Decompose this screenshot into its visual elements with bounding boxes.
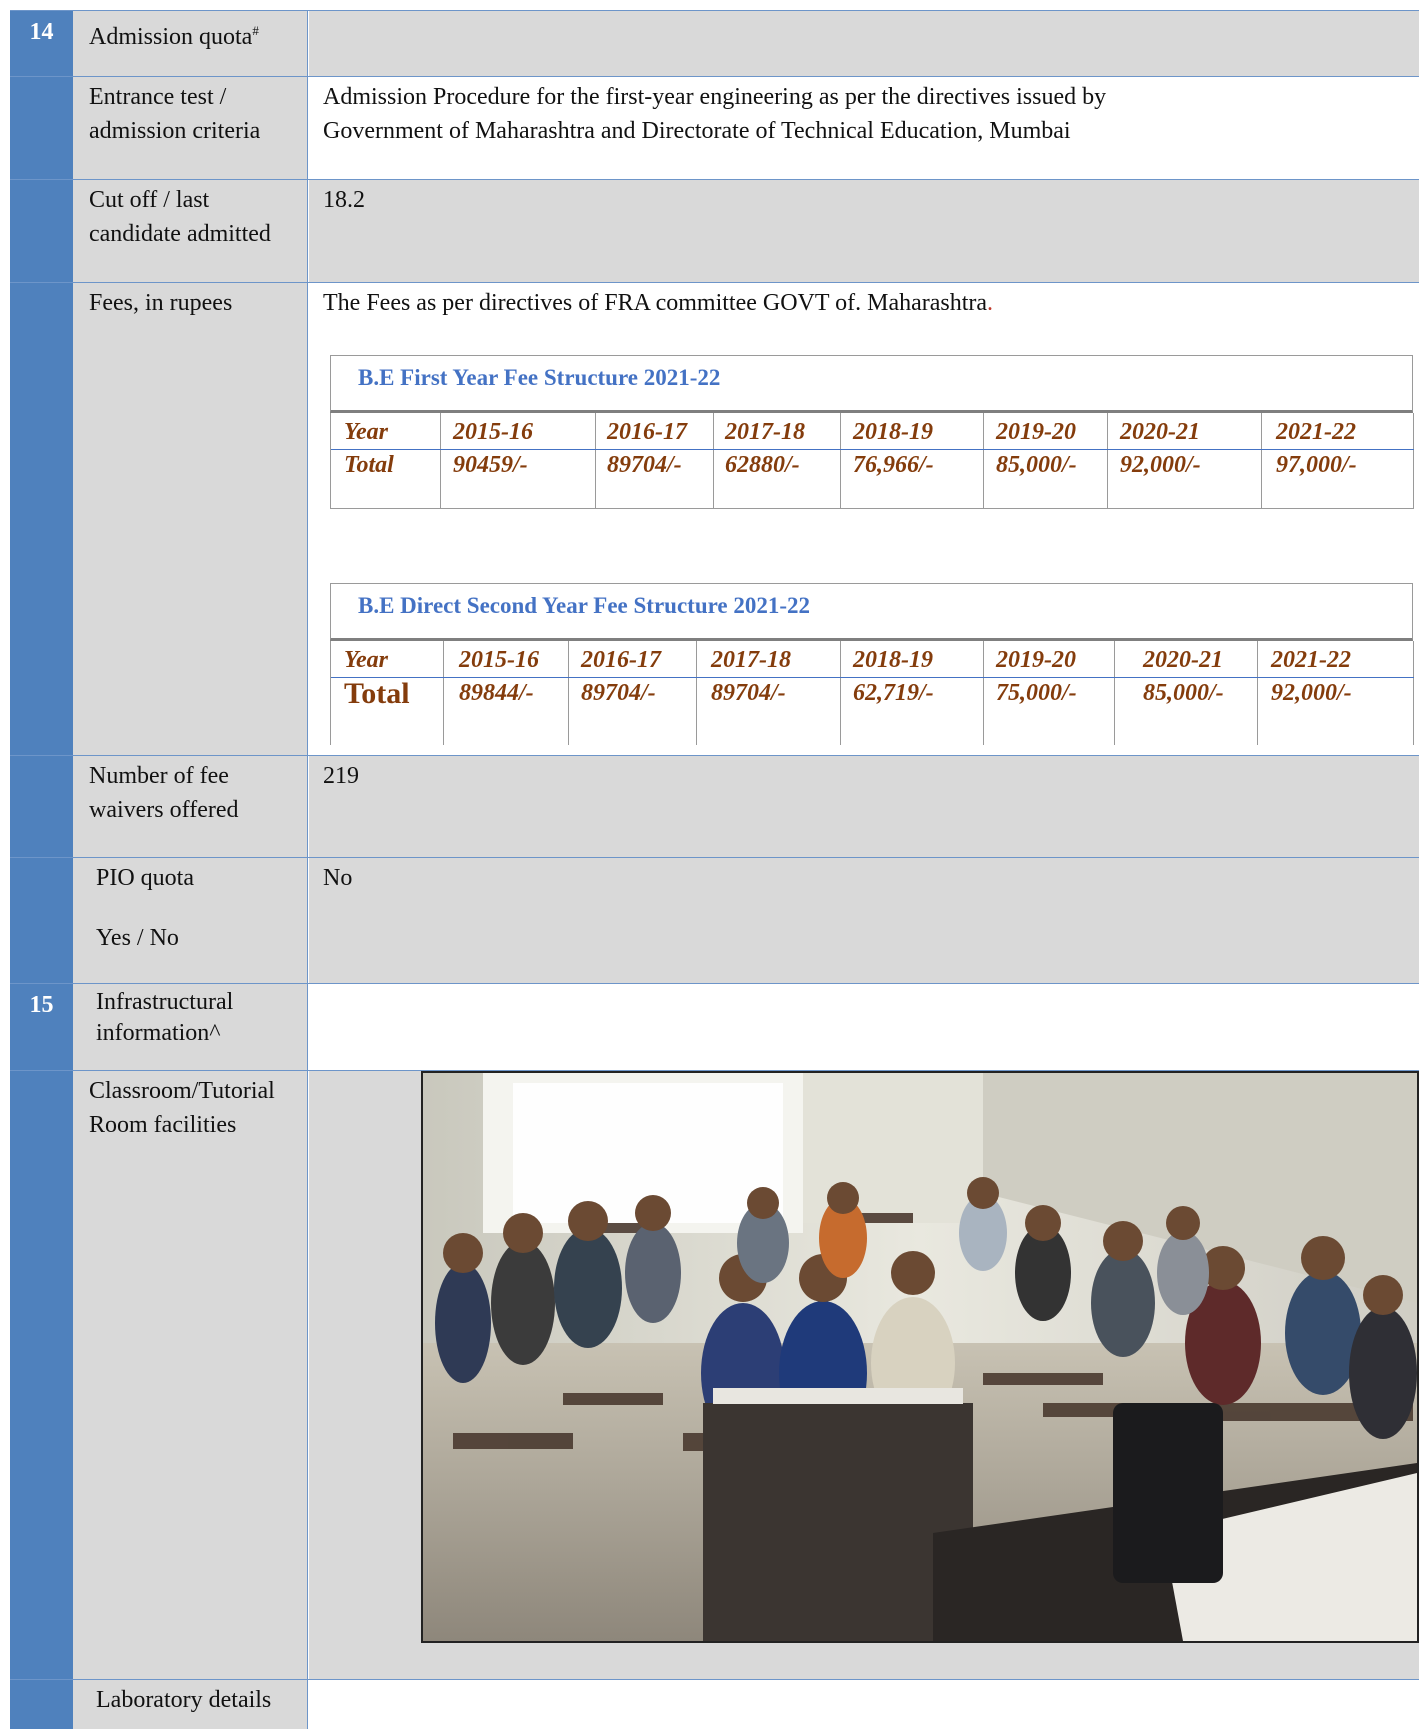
fee-year-label: Year — [344, 647, 388, 673]
value-entrance-test: Admission Procedure for the first-year e… — [309, 77, 1419, 180]
fee-table-direct-second-year: B.E Direct Second Year Fee Structure 202… — [330, 583, 1414, 745]
label-entrance-test: Entrance test / admission criteria — [73, 77, 308, 180]
row-laboratory: Laboratory details — [10, 1679, 1419, 1729]
fee-total: 89844/- — [459, 680, 534, 706]
classroom-photo-illustration — [423, 1073, 1417, 1641]
label-classroom: Classroom/Tutorial Room facilities — [73, 1071, 308, 1680]
fee-year-label: Year — [344, 419, 388, 445]
fee-total: 75,000/- — [996, 680, 1077, 706]
fee-table-title: B.E Direct Second Year Fee Structure 202… — [358, 593, 811, 618]
fee-year: 2017-18 — [725, 419, 805, 445]
fee-year: 2015-16 — [453, 419, 533, 445]
section-number-14: 14 — [10, 11, 73, 77]
label-pio-quota: PIO quota Yes / No — [73, 858, 308, 984]
label-laboratory: Laboratory details — [73, 1680, 308, 1729]
fee-total-label: Total — [344, 452, 394, 478]
row-entrance-test: Entrance test / admission criteria Admiss… — [10, 76, 1419, 180]
fee-total: 89704/- — [711, 680, 786, 706]
row-pio-quota: PIO quota Yes / No No — [10, 857, 1419, 984]
classroom-photo — [421, 1071, 1419, 1643]
row-cutoff: Cut off / last candidate admitted 18.2 — [10, 179, 1419, 283]
fee-year: 2016-17 — [581, 647, 661, 673]
fee-year: 2021-22 — [1276, 419, 1356, 445]
fee-year: 2018-19 — [853, 647, 933, 673]
fee-year: 2016-17 — [607, 419, 687, 445]
fee-year: 2021-22 — [1271, 647, 1351, 673]
value-admission-quota — [309, 11, 1419, 77]
value-cutoff: 18.2 — [309, 180, 1419, 283]
label-fees: Fees, in rupees — [73, 283, 308, 756]
fee-total: 89704/- — [607, 452, 682, 478]
fee-total: 97,000/- — [1276, 452, 1357, 478]
value-pio-quota: No — [309, 858, 1419, 984]
label-fee-waivers: Number of fee waivers offered — [73, 756, 308, 858]
row-infrastructural: 15 Infrastructural information^ — [10, 983, 1419, 1071]
fee-total-label: Total — [344, 677, 410, 710]
fee-total: 76,966/- — [853, 452, 934, 478]
row-admission-quota: 14 Admission quota# — [10, 10, 1419, 77]
fee-total: 92,000/- — [1271, 680, 1352, 706]
label-cutoff: Cut off / last candidate admitted — [73, 180, 308, 283]
fee-year: 2018-19 — [853, 419, 933, 445]
fee-year: 2019-20 — [996, 419, 1076, 445]
label-infrastructural: Infrastructural information^ — [73, 984, 308, 1071]
value-laboratory — [309, 1680, 1419, 1729]
fee-year: 2019-20 — [996, 647, 1076, 673]
fee-year: 2020-21 — [1120, 419, 1200, 445]
fee-total: 89704/- — [581, 680, 656, 706]
fee-total: 85,000/- — [1143, 680, 1224, 706]
fee-year: 2017-18 — [711, 647, 791, 673]
fee-year: 2015-16 — [459, 647, 539, 673]
section-number-15: 15 — [10, 984, 73, 1071]
fee-total: 92,000/- — [1120, 452, 1201, 478]
row-fee-waivers: Number of fee waivers offered 219 — [10, 755, 1419, 858]
fee-total: 62880/- — [725, 452, 800, 478]
fee-year: 2020-21 — [1143, 647, 1223, 673]
fee-table-first-year: B.E First Year Fee Structure 2021-22 Yea… — [330, 355, 1414, 517]
value-fee-waivers: 219 — [309, 756, 1419, 858]
fee-table-title: B.E First Year Fee Structure 2021-22 — [358, 365, 721, 390]
fee-total: 62,719/- — [853, 680, 934, 706]
fee-total: 85,000/- — [996, 452, 1077, 478]
label-admission-quota: Admission quota# — [73, 11, 308, 77]
fee-total: 90459/- — [453, 452, 528, 478]
value-infrastructural — [309, 984, 1419, 1071]
